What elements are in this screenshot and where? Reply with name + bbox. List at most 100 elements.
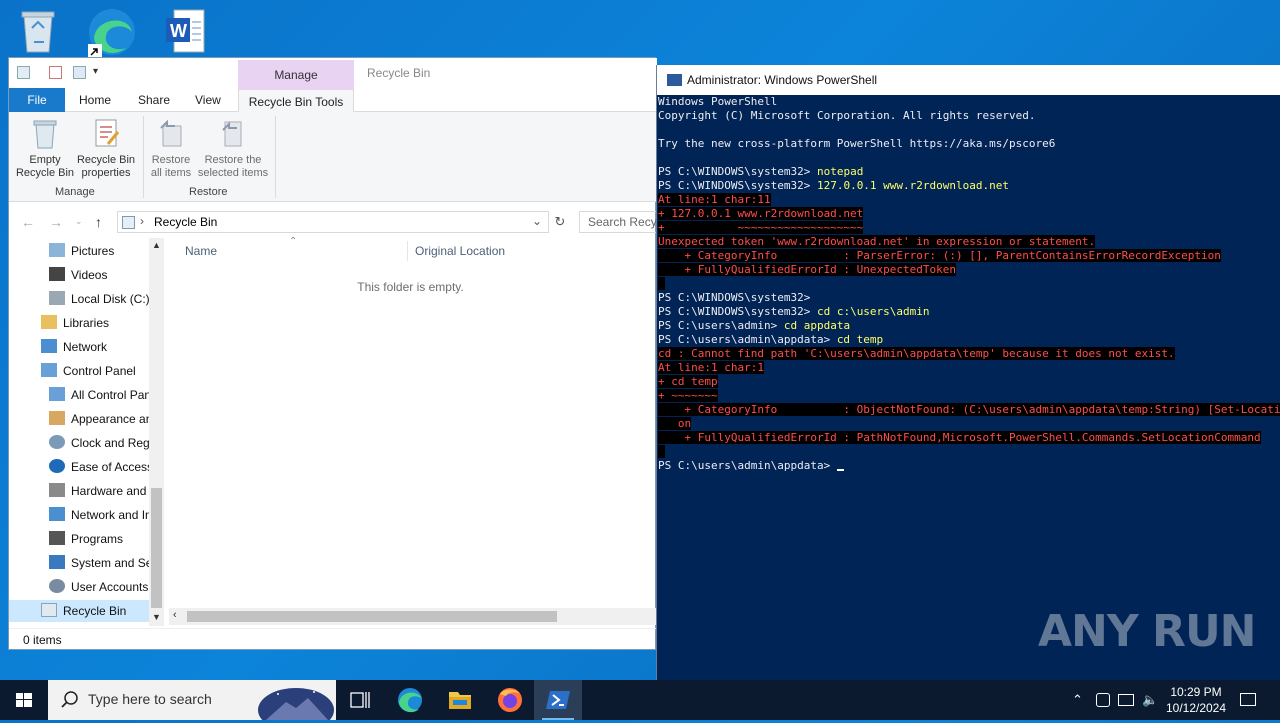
task-view-button[interactable] bbox=[336, 680, 384, 720]
file-explorer-window: ▾ Manage Recycle Bin File Home Share Vie… bbox=[8, 57, 659, 650]
console-line: PS C:\WINDOWS\system32> cd c:\users\admi… bbox=[658, 305, 1280, 319]
breadcrumb-chevron-icon: › bbox=[140, 214, 144, 228]
nav-item-user-accounts[interactable]: User Accounts bbox=[49, 576, 149, 598]
horizontal-scrollbar[interactable]: ‹ bbox=[169, 608, 657, 625]
console-line: + FullyQualifiedErrorId : UnexpectedToke… bbox=[658, 263, 1280, 277]
nav-item-videos[interactable]: Videos bbox=[49, 264, 149, 286]
powershell-window[interactable]: Administrator: Windows PowerShell Window… bbox=[656, 65, 1280, 680]
nav-label: Local Disk (C:) bbox=[71, 292, 149, 306]
nav-item-programs[interactable]: Programs bbox=[49, 528, 149, 550]
console-text: Windows PowerShell bbox=[658, 95, 778, 108]
taskbar-powershell[interactable] bbox=[534, 680, 582, 720]
properties-icon[interactable] bbox=[49, 66, 62, 79]
column-separator[interactable] bbox=[407, 241, 408, 261]
address-box[interactable]: › Recycle Bin ⌄ bbox=[117, 211, 549, 233]
tab-file[interactable]: File bbox=[9, 88, 65, 112]
console-line: At line:1 char:11 bbox=[658, 193, 1280, 207]
nav-label: All Control Panel Items bbox=[71, 388, 149, 402]
nav-label: Pictures bbox=[71, 244, 115, 258]
console-command: cd c:\users\admin bbox=[816, 305, 930, 318]
display-tray-icon[interactable] bbox=[1118, 694, 1134, 706]
taskbar-clock[interactable]: 10:29 PM 10/12/2024 bbox=[1156, 684, 1236, 716]
empty-recycle-bin-button[interactable]: Empty Recycle Bin bbox=[15, 118, 75, 180]
nav-item-network[interactable]: Network bbox=[41, 336, 149, 358]
console-line: + CategoryInfo : ParserError: (:) [], Pa… bbox=[658, 249, 1280, 263]
nav-label: Videos bbox=[71, 268, 108, 282]
tab-view[interactable]: View bbox=[183, 88, 233, 112]
scroll-down-icon[interactable]: ▼ bbox=[152, 612, 161, 622]
up-arrow-icon[interactable]: ↑ bbox=[95, 214, 102, 230]
restore-selected-items-button[interactable]: Restore the selected items bbox=[197, 118, 269, 180]
nav-item-network-internet[interactable]: Network and Internet bbox=[49, 504, 149, 526]
refresh-icon[interactable]: ↻ bbox=[551, 211, 569, 233]
column-original-location[interactable]: Original Location bbox=[415, 244, 505, 258]
restore-selected-label-1: Restore the bbox=[204, 154, 262, 166]
back-arrow-icon[interactable]: ← bbox=[21, 214, 35, 230]
cursor-caret bbox=[836, 469, 844, 471]
console-line: PS C:\WINDOWS\system32> bbox=[658, 291, 1280, 305]
customize-qat-chevron-icon[interactable]: ▾ bbox=[93, 66, 98, 77]
drive-icon bbox=[49, 291, 65, 305]
console-text: + cd temp bbox=[658, 375, 718, 388]
tab-recycle-bin-tools[interactable]: Recycle Bin Tools bbox=[238, 88, 354, 113]
group-label-restore: Restore bbox=[189, 186, 228, 198]
show-hidden-icons-chevron-icon[interactable]: ⌃ bbox=[1072, 692, 1083, 708]
nav-item-all-control-panel-items[interactable]: All Control Panel Items bbox=[49, 384, 149, 406]
nav-item-appearance[interactable]: Appearance and Personalization bbox=[49, 408, 149, 430]
powershell-console[interactable]: Windows PowerShell Copyright (C) Microsof… bbox=[658, 95, 1280, 680]
search-input[interactable]: Search Recycle Bin bbox=[579, 211, 659, 233]
manage-context-tab-header: Manage bbox=[238, 60, 354, 88]
scroll-left-icon[interactable]: ‹ bbox=[173, 609, 177, 621]
console-line: + 127.0.0.1 www.r2rdownload.net bbox=[658, 207, 1280, 221]
console-line: Copyright (C) Microsoft Corporation. All… bbox=[658, 109, 1280, 123]
search-icon bbox=[61, 691, 78, 708]
nav-item-ease-of-access[interactable]: Ease of Access bbox=[49, 456, 149, 478]
taskbar-file-explorer[interactable] bbox=[436, 680, 484, 720]
new-folder-icon[interactable] bbox=[73, 66, 86, 79]
console-text: + FullyQualifiedErrorId : UnexpectedToke… bbox=[658, 263, 957, 276]
restore-all-items-button[interactable]: Restore all items bbox=[145, 118, 197, 180]
network-tray-icon[interactable] bbox=[1096, 693, 1110, 707]
notifications-icon[interactable] bbox=[1240, 693, 1256, 706]
tab-share[interactable]: Share bbox=[126, 88, 182, 112]
recycle-bin-properties-button[interactable]: Recycle Bin properties bbox=[75, 118, 137, 180]
console-line: Unexpected token 'www.r2rdownload.net' i… bbox=[658, 235, 1280, 249]
scroll-thumb[interactable] bbox=[151, 488, 162, 608]
taskbar-search-box[interactable]: Type here to search bbox=[48, 680, 336, 720]
restore-all-label-2: all items bbox=[150, 167, 192, 179]
powershell-icon bbox=[546, 691, 570, 709]
console-text: + CategoryInfo : ParserError: (:) [], Pa… bbox=[658, 249, 1221, 262]
nav-item-local-disk[interactable]: Local Disk (C:) bbox=[49, 288, 149, 310]
address-dropdown-icon[interactable]: ⌄ bbox=[532, 214, 542, 228]
console-text: Try the new cross-platform PowerShell ht… bbox=[658, 137, 1056, 150]
restore-selected-icon bbox=[219, 118, 247, 150]
nav-item-pictures[interactable]: Pictures bbox=[49, 240, 149, 262]
clock-icon bbox=[49, 435, 65, 449]
nav-item-control-panel[interactable]: Control Panel bbox=[41, 360, 149, 382]
nav-item-recycle-bin[interactable]: Recycle Bin bbox=[9, 600, 149, 622]
taskbar-firefox[interactable] bbox=[486, 680, 534, 720]
nav-item-hardware-sound[interactable]: Hardware and Sound bbox=[49, 480, 149, 502]
word-desktop-icon[interactable]: W bbox=[162, 6, 212, 58]
nav-item-clock-region[interactable]: Clock and Region bbox=[49, 432, 149, 454]
edge-desktop-icon[interactable] bbox=[86, 6, 136, 58]
scroll-up-icon[interactable]: ▲ bbox=[152, 240, 161, 250]
console-text: Copyright (C) Microsoft Corporation. All… bbox=[658, 109, 1036, 122]
forward-arrow-icon[interactable]: → bbox=[49, 214, 63, 230]
scroll-thumb[interactable] bbox=[187, 611, 557, 622]
console-text: + ~~~~~~~~~~~~~~~~~~~ bbox=[658, 221, 864, 234]
console-text: cd : Cannot find path 'C:\users\admin\ap… bbox=[658, 347, 1175, 360]
column-name[interactable]: Name bbox=[185, 244, 217, 258]
recent-locations-chevron-icon[interactable]: ⌄ bbox=[75, 216, 83, 227]
tab-home[interactable]: Home bbox=[67, 88, 123, 112]
console-command: cd temp bbox=[836, 333, 884, 346]
start-button[interactable] bbox=[0, 680, 48, 720]
nav-item-libraries[interactable]: Libraries bbox=[41, 312, 149, 334]
taskbar-edge[interactable] bbox=[386, 680, 434, 720]
nav-item-system-security[interactable]: System and Security bbox=[49, 552, 149, 574]
nav-vertical-scrollbar[interactable]: ▲ ▼ bbox=[149, 238, 164, 626]
navigation-pane: Pictures Videos Local Disk (C:) Librarie… bbox=[9, 238, 164, 626]
console-line: Windows PowerShell bbox=[658, 95, 1280, 109]
recycle-bin-desktop-icon[interactable] bbox=[14, 6, 64, 58]
shield-icon bbox=[49, 555, 65, 569]
